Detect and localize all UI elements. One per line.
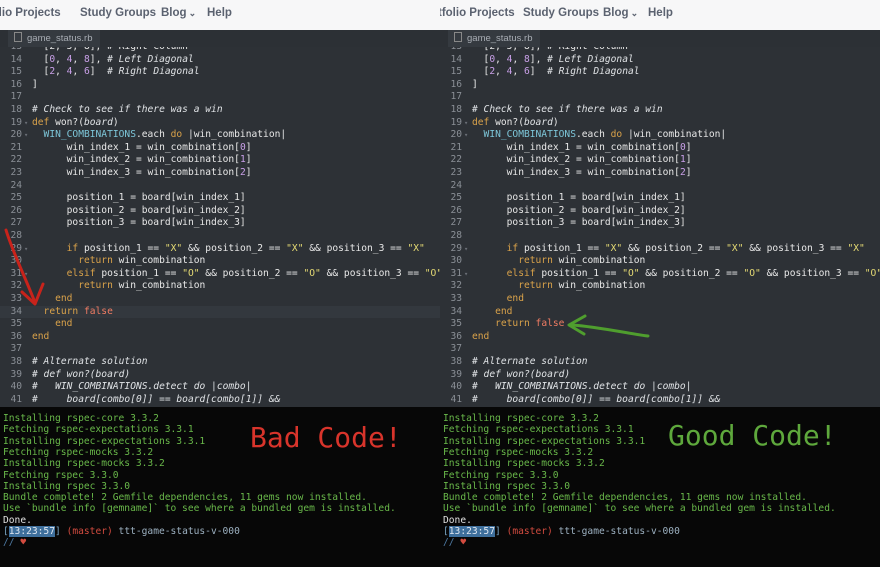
annotation-arrows [4, 228, 650, 338]
green-arrow-icon [567, 314, 650, 338]
red-arrow-icon [4, 228, 45, 306]
